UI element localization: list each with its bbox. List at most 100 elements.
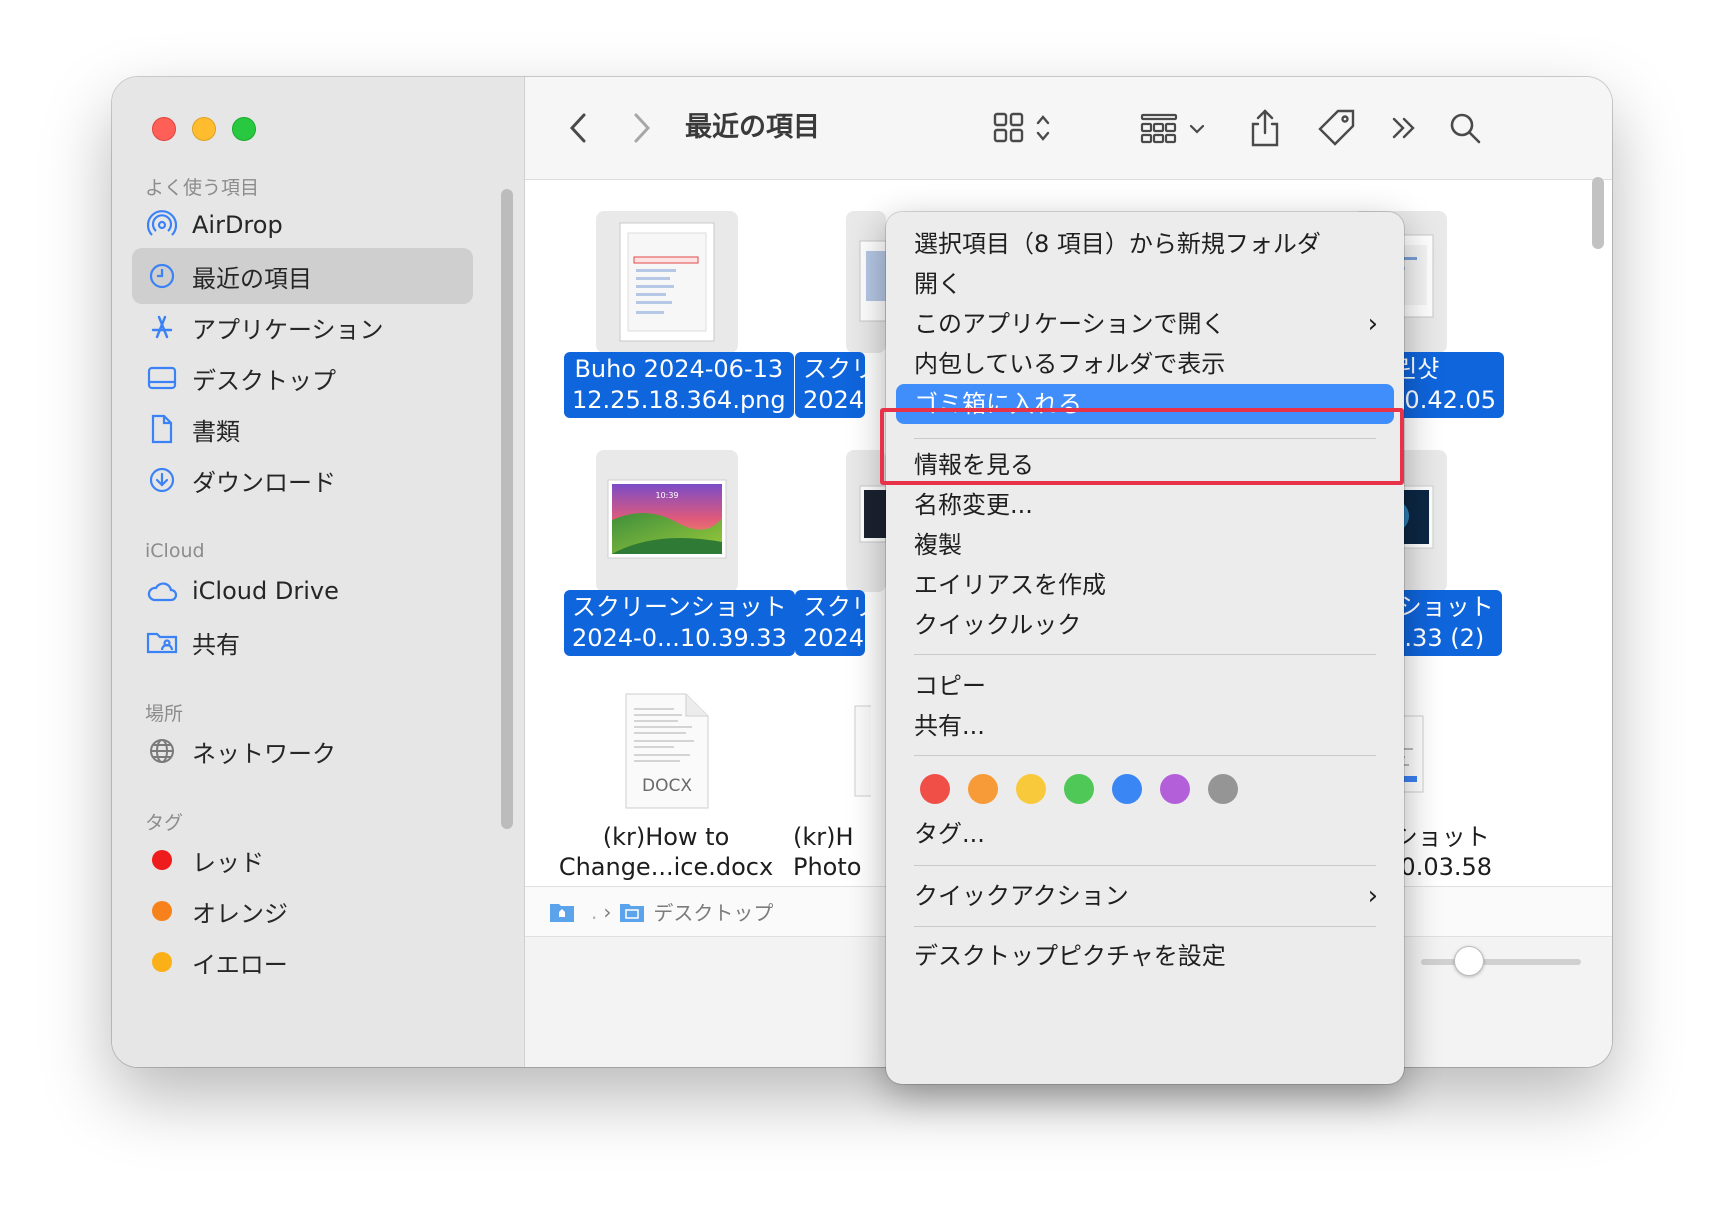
sidebar-item-network[interactable]: ネットワーク	[132, 723, 473, 779]
sidebar-item-tag-orange[interactable]: オレンジ	[132, 883, 473, 939]
sidebar-item-label: イエロー	[192, 950, 288, 979]
shared-folder-icon	[146, 626, 178, 658]
tag-color-dot-3[interactable]	[1064, 774, 1094, 804]
locations-header: 場所	[145, 703, 184, 725]
tag-color-dot-0[interactable]	[920, 774, 950, 804]
sidebar-item-label: 共有	[192, 630, 240, 659]
path-separator: ›	[603, 899, 612, 924]
sidebar-item-label: アプリケーション	[192, 315, 384, 344]
content-scrollbar[interactable]	[1592, 177, 1604, 249]
desktop-icon	[146, 362, 178, 394]
menu-item-tags[interactable]: タグ...	[914, 814, 1378, 854]
cloud-icon	[146, 575, 178, 607]
menu-separator	[914, 755, 1376, 756]
file-thumbnail[interactable]	[851, 700, 876, 800]
file-label[interactable]: (kr)How to Change...ice.docx	[551, 822, 781, 882]
tags-header: タグ	[145, 812, 184, 834]
minimize-button[interactable]	[192, 117, 216, 141]
sidebar-item-label: AirDrop	[192, 211, 283, 239]
icon-size-slider[interactable]	[1421, 959, 1581, 965]
sidebar-item-label: デスクトップ	[192, 366, 336, 395]
menu-item-quick-actions[interactable]: クイックアクション ›	[914, 876, 1378, 916]
submenu-chevron-icon: ›	[1367, 881, 1378, 911]
clock-icon	[146, 260, 178, 292]
icloud-header: iCloud	[145, 540, 205, 562]
file-label-selected[interactable]: スクリーンショット 2024-0...10.39.33	[564, 590, 795, 656]
chevron-double-right-icon	[1392, 117, 1415, 139]
sidebar-item-documents[interactable]: 書類	[132, 401, 473, 457]
menu-separator	[914, 654, 1376, 655]
tag-button[interactable]	[1315, 107, 1359, 149]
sidebar-item-recents[interactable]: 最近の項目	[132, 248, 473, 304]
file-thumbnail[interactable]: 10:39	[596, 450, 738, 592]
network-icon	[146, 735, 178, 767]
sidebar-item-downloads[interactable]: ダウンロード	[132, 452, 473, 508]
back-button[interactable]	[563, 107, 593, 149]
close-button[interactable]	[152, 117, 176, 141]
menu-item-make-alias[interactable]: エイリアスを作成	[914, 565, 1378, 605]
more-toolbar-button[interactable]	[1387, 107, 1421, 149]
svg-text:10:39: 10:39	[655, 491, 678, 500]
view-mode-button[interactable]	[992, 107, 1056, 149]
sidebar-item-tag-red[interactable]: レッド	[132, 832, 473, 888]
zoom-button[interactable]	[232, 117, 256, 141]
group-by-button[interactable]	[1139, 107, 1209, 149]
orange-tag-dot	[146, 895, 178, 927]
share-button[interactable]	[1245, 107, 1285, 149]
menu-item-open-with[interactable]: このアプリケーションで開く ›	[914, 304, 1378, 344]
file-label-selected[interactable]: スクリ 2024	[795, 590, 865, 656]
tag-color-dot-4[interactable]	[1112, 774, 1142, 804]
path-desktop[interactable]: デスクトップ	[653, 897, 773, 926]
sidebar-item-label: オレンジ	[192, 899, 288, 928]
document-icon	[146, 413, 178, 445]
yellow-tag-dot	[146, 946, 178, 978]
download-icon	[146, 464, 178, 496]
tag-color-dot-2[interactable]	[1016, 774, 1046, 804]
toolbar: 最近の項目	[525, 77, 1612, 180]
home-folder-icon[interactable]	[549, 901, 575, 923]
favorites-header: よく使う項目	[145, 177, 260, 199]
group-icon	[1140, 113, 1205, 144]
sidebar-item-applications[interactable]: アプリケーション	[132, 299, 473, 355]
menu-item-show-in-enclosing-folder[interactable]: 内包しているフォルダで表示	[914, 344, 1378, 384]
menu-item-duplicate[interactable]: 複製	[914, 525, 1378, 565]
sidebar-item-shared[interactable]: 共有	[132, 614, 473, 670]
sidebar-item-tag-yellow[interactable]: イエロー	[132, 934, 473, 990]
tag-color-dot-5[interactable]	[1160, 774, 1190, 804]
tag-color-dot-1[interactable]	[968, 774, 998, 804]
menu-item-copy[interactable]: コピー	[914, 666, 1378, 706]
share-icon	[1251, 109, 1279, 147]
menu-item-new-folder-with-selection[interactable]: 選択項目（8 項目）から新規フォルダ	[914, 224, 1378, 264]
sidebar-item-desktop[interactable]: デスクトップ	[132, 350, 473, 406]
file-label[interactable]: (kr)H Photo	[793, 822, 863, 882]
docx-file-icon[interactable]: DOCX	[596, 692, 738, 812]
search-button[interactable]	[1445, 107, 1485, 149]
highlight-annotation-box	[880, 408, 1404, 485]
tag-icon	[1318, 109, 1355, 146]
tag-color-picker	[920, 774, 1238, 804]
menu-separator	[914, 926, 1376, 927]
forward-button[interactable]	[627, 107, 657, 149]
menu-item-share[interactable]: 共有...	[914, 706, 1378, 746]
window-controls	[152, 117, 256, 141]
tag-color-dot-6[interactable]	[1208, 774, 1238, 804]
sidebar-scrollbar[interactable]	[501, 189, 513, 829]
file-thumbnail[interactable]	[846, 211, 887, 353]
menu-item-open[interactable]: 開く	[914, 264, 1378, 304]
file-label-selected[interactable]: Buho 2024-06-13 12.25.18.364.png	[564, 352, 794, 418]
file-thumbnail[interactable]	[596, 211, 738, 353]
menu-item-rename[interactable]: 名称変更...	[914, 485, 1378, 525]
sidebar-item-label: 最近の項目	[192, 264, 312, 293]
menu-item-set-desktop-picture[interactable]: デスクトップピクチャを設定	[914, 936, 1378, 976]
sidebar-item-airdrop[interactable]: AirDrop	[132, 197, 473, 253]
icon-size-slider-knob[interactable]	[1454, 946, 1484, 976]
menu-item-quick-look[interactable]: クイックルック	[914, 605, 1378, 645]
file-label-selected[interactable]: スクリ 2024	[795, 352, 865, 418]
red-tag-dot	[146, 844, 178, 876]
sidebar-item-icloud-drive[interactable]: iCloud Drive	[132, 563, 473, 619]
grid-view-icon	[993, 112, 1050, 143]
sidebar-item-label: iCloud Drive	[192, 577, 339, 605]
desktop-folder-icon[interactable]	[619, 901, 645, 923]
sidebar-item-label: 書類	[192, 417, 240, 446]
window-title: 最近の項目	[685, 112, 820, 143]
